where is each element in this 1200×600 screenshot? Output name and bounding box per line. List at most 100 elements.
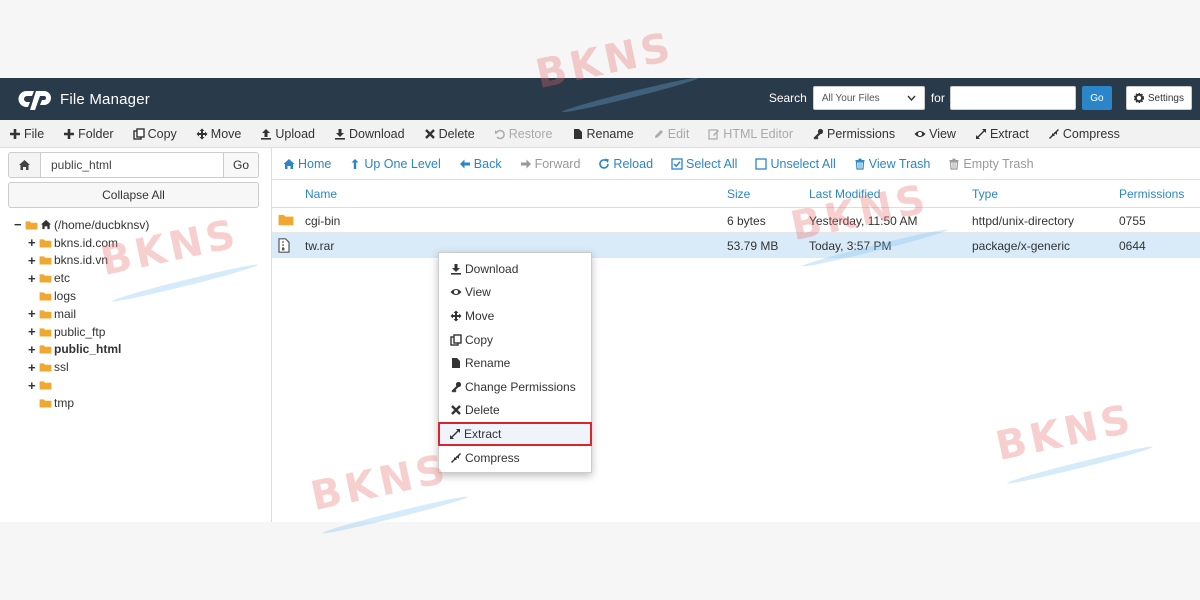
toolbar-permissions-button[interactable]: Permissions <box>812 127 895 141</box>
toolbar-compress-button[interactable]: Compress <box>1048 127 1120 141</box>
tree-node[interactable]: + <box>14 376 149 394</box>
table-header: Name Size Last Modified Type Permissions <box>272 180 1200 208</box>
cell-size: 53.79 MB <box>727 239 779 253</box>
search-scope-select[interactable]: All Your Files <box>812 86 925 110</box>
nav-home-label: Home <box>298 156 332 171</box>
tree-node[interactable]: logs <box>14 287 149 305</box>
folder-icon <box>39 363 52 372</box>
column-header-size[interactable]: Size <box>727 187 750 201</box>
search-go-button[interactable]: Go <box>1081 86 1112 110</box>
table-row[interactable]: tw.rar 53.79 MB Today, 3:57 PM package/x-ge… <box>272 233 1200 258</box>
top-margin <box>0 0 1200 78</box>
cell-type: package/x-generic <box>972 239 1071 253</box>
toolbar-rename-button[interactable]: Rename <box>572 127 634 141</box>
context-menu-change-permissions[interactable]: Change Permissions <box>439 375 591 399</box>
tree-node-label: public_html <box>54 342 122 357</box>
nav-home-button[interactable]: Home <box>283 157 331 171</box>
nav-unselect-all-button[interactable]: Unselect All <box>755 157 836 171</box>
expand-toggle-icon[interactable]: + <box>28 378 39 393</box>
column-header-name[interactable]: Name <box>305 187 337 201</box>
collapse-all-button[interactable]: Collapse All <box>8 182 259 208</box>
column-header-permissions[interactable]: Permissions <box>1119 187 1184 201</box>
context-menu-extract-label: Extract <box>464 426 502 441</box>
nav-up-one-level-label: Up One Level <box>364 156 441 171</box>
eye-icon <box>450 289 462 296</box>
expand-toggle-icon[interactable]: + <box>28 342 39 357</box>
toolbar-rename-label: Rename <box>586 126 634 141</box>
expand-toggle-icon[interactable]: + <box>28 235 39 250</box>
table-row[interactable]: cgi-bin 6 bytes Yesterday, 11:50 AM httpd/u… <box>272 208 1200 233</box>
toolbar-upload-label: Upload <box>275 126 315 141</box>
tree-node[interactable]: + bkns.id.vn <box>14 252 149 270</box>
navigation-bar: Home Up One Level Back Forward Reload Select … <box>272 148 1200 180</box>
folder-icon <box>39 399 52 408</box>
search-label: Search <box>768 91 807 105</box>
column-header-type[interactable]: Type <box>972 187 998 201</box>
file-icon <box>452 358 460 369</box>
settings-button[interactable]: Settings <box>1125 86 1192 110</box>
toolbar-file-button[interactable]: File <box>9 127 44 141</box>
context-menu-download[interactable]: Download <box>439 257 591 281</box>
nav-forward-button[interactable]: Forward <box>520 157 580 171</box>
expand-toggle-icon[interactable]: + <box>28 271 39 286</box>
search-input[interactable] <box>949 86 1076 110</box>
pencil-icon <box>654 129 663 138</box>
toolbar-delete-button[interactable]: Delete <box>424 127 475 141</box>
toolbar-restore-button[interactable]: Restore <box>494 127 553 141</box>
nav-select-all-button[interactable]: Select All <box>671 157 737 171</box>
toolbar-edit-label: Edit <box>667 126 690 141</box>
toolbar-html-editor-label: HTML Editor <box>723 126 793 141</box>
toolbar-copy-button[interactable]: Copy <box>132 127 177 141</box>
nav-empty-trash-button[interactable]: Empty Trash <box>948 157 1034 171</box>
column-header-last-modified[interactable]: Last Modified <box>809 187 880 201</box>
nav-up-one-level-button[interactable]: Up One Level <box>349 156 441 171</box>
toolbar-upload-button[interactable]: Upload <box>260 127 315 141</box>
tree-node[interactable]: + mail <box>14 305 149 323</box>
main-toolbar: File Folder Copy Move Upload Download Delete Re… <box>0 120 1200 148</box>
toolbar-extract-button[interactable]: Extract <box>975 127 1029 141</box>
context-menu-view[interactable]: View <box>439 281 591 305</box>
toolbar-view-button[interactable]: View <box>914 127 956 141</box>
tree-node[interactable]: + etc <box>14 269 149 287</box>
left-panel: public_html Go Collapse All − (/home/ducb… <box>0 148 270 522</box>
context-menu-rename[interactable]: Rename <box>439 351 591 375</box>
folder-icon <box>39 239 52 248</box>
toolbar-download-button[interactable]: Download <box>334 127 405 141</box>
tree-node[interactable]: − (/home/ducbknsv) <box>14 216 149 234</box>
path-go-button[interactable]: Go <box>224 153 258 177</box>
path-input[interactable]: public_html <box>41 153 224 177</box>
nav-reload-button[interactable]: Reload <box>598 157 653 171</box>
nav-back-button[interactable]: Back <box>459 157 502 171</box>
row-icon-wrap <box>278 213 294 229</box>
toolbar-permissions-label: Permissions <box>827 126 896 141</box>
toolbar-html-editor-button[interactable]: HTML Editor <box>708 127 793 141</box>
path-home-button[interactable] <box>9 153 41 177</box>
tree-node[interactable]: + ssl <box>14 358 149 376</box>
nav-view-trash-button[interactable]: View Trash <box>854 157 930 171</box>
nav-select-all-label: Select All <box>686 156 738 171</box>
copy-icon <box>132 127 145 140</box>
eye-icon <box>914 130 926 137</box>
context-menu-move[interactable]: Move <box>439 304 591 328</box>
collapse-toggle-icon[interactable]: − <box>14 217 25 232</box>
context-menu-compress[interactable]: Compress <box>439 446 591 470</box>
toolbar-edit-button[interactable]: Edit <box>653 126 690 141</box>
expand-toggle-icon[interactable]: + <box>28 324 39 339</box>
context-menu-delete[interactable]: Delete <box>439 399 591 423</box>
context-menu-extract[interactable]: Extract <box>438 422 592 446</box>
undo-icon <box>494 129 505 139</box>
toolbar-move-button[interactable]: Move <box>196 127 241 141</box>
expand-toggle-icon[interactable]: + <box>28 306 39 321</box>
context-menu-copy[interactable]: Copy <box>439 328 591 352</box>
tree-node[interactable]: + public_html <box>14 341 149 359</box>
expand-toggle-icon[interactable]: + <box>28 360 39 375</box>
cell-modified: Today, 3:57 PM <box>809 239 892 253</box>
tree-node[interactable]: + public_ftp <box>14 323 149 341</box>
tree-node[interactable]: + bkns.id.com <box>14 234 149 252</box>
file-table-body: cgi-bin 6 bytes Yesterday, 11:50 AM httpd/u… <box>272 208 1200 258</box>
toolbar-view-label: View <box>929 126 956 141</box>
archive-file-icon <box>278 238 290 253</box>
tree-node[interactable]: tmp <box>14 394 149 412</box>
toolbar-folder-button[interactable]: Folder <box>63 127 114 141</box>
expand-toggle-icon[interactable]: + <box>28 253 39 268</box>
